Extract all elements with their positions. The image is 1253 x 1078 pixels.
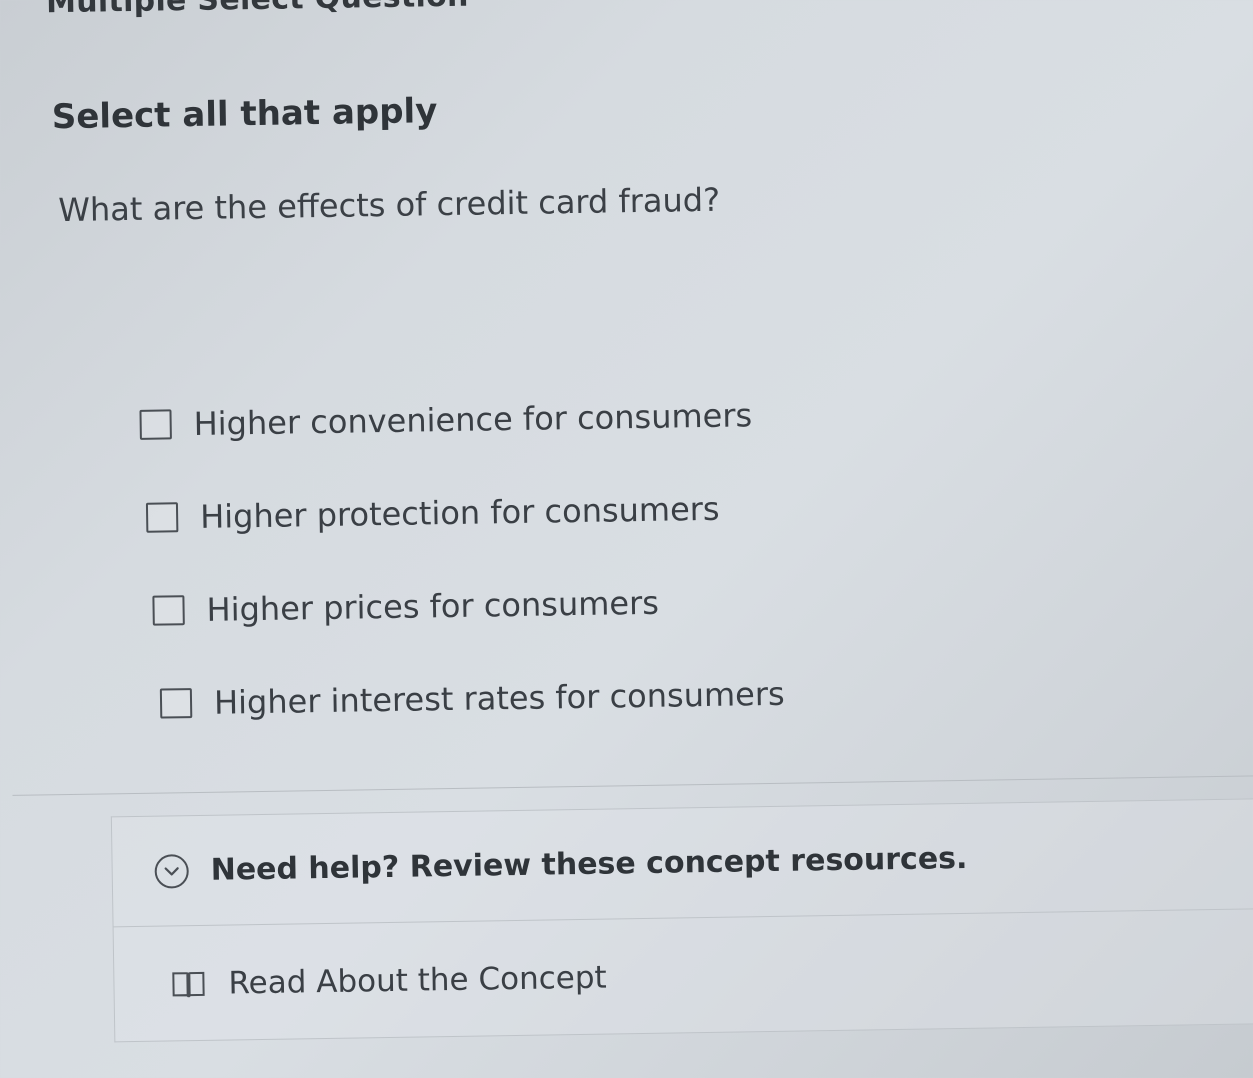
answer-checkbox[interactable] [152, 594, 185, 626]
answer-option[interactable]: Higher convenience for consumers [139, 368, 781, 471]
section-divider [12, 775, 1253, 796]
answer-label: Higher prices for consumers [206, 583, 660, 629]
book-icon [170, 969, 206, 1000]
answer-options: Higher convenience for consumers Higher … [139, 368, 785, 750]
answer-option[interactable]: Higher interest rates for consumers [159, 647, 785, 750]
answer-checkbox[interactable] [159, 687, 193, 719]
concept-resources-toggle[interactable]: Need help? Review these concept resource… [111, 799, 1253, 928]
answer-checkbox[interactable] [145, 501, 179, 533]
question-page: Multiple Select Question Select all that… [0, 0, 1253, 1078]
question-type-title: Multiple Select Question [46, 0, 469, 20]
concept-resources-panel: Need help? Review these concept resource… [110, 798, 1253, 1043]
answer-option[interactable]: Higher protection for consumers [145, 461, 782, 564]
read-about-concept-label: Read About the Concept [228, 959, 607, 1002]
answer-label: Higher interest rates for consumers [213, 674, 785, 722]
question-prompt: What are the effects of credit card frau… [58, 180, 721, 230]
concept-resources-title: Need help? Review these concept resource… [210, 840, 968, 888]
instruction-text: Select all that apply [51, 91, 438, 138]
answer-checkbox[interactable] [139, 408, 172, 440]
read-about-concept-link[interactable]: Read About the Concept [114, 909, 1253, 1043]
chevron-down-icon [154, 853, 189, 889]
answer-label: Higher convenience for consumers [193, 395, 753, 443]
answer-label: Higher protection for consumers [199, 489, 720, 536]
answer-option[interactable]: Higher prices for consumers [152, 554, 784, 657]
